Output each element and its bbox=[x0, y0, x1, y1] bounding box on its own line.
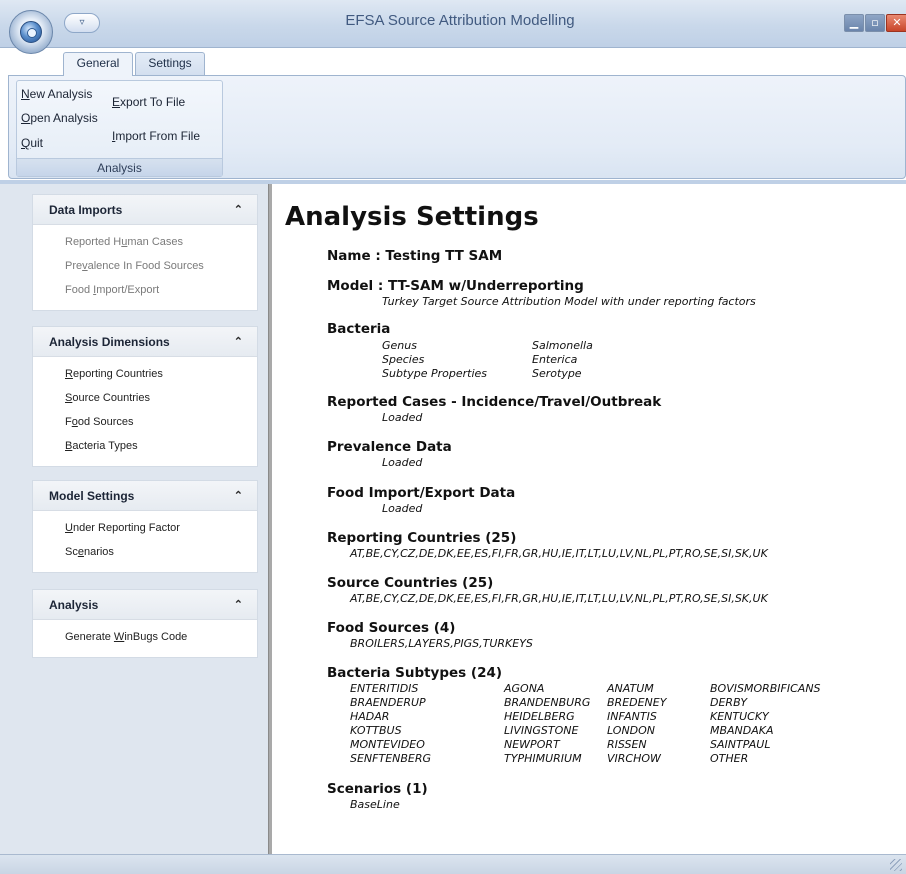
source-countries-list: AT,BE,CY,CZ,DE,DK,EE,ES,FI,FR,GR,HU,IE,I… bbox=[350, 592, 768, 605]
collapse-chevron-icon[interactable]: ⌃ bbox=[234, 327, 243, 357]
sidebar-item-under-reporting-factor[interactable]: Under Reporting Factor bbox=[33, 516, 257, 540]
reported-cases-heading: Reported Cases - Incidence/Travel/Outbre… bbox=[327, 394, 662, 410]
subtype-cell: INFANTIS bbox=[607, 710, 657, 723]
subtype-cell: MONTEVIDEO bbox=[350, 738, 425, 751]
subtype-cell: KOTTBUS bbox=[350, 724, 402, 737]
subtype-cell: LONDON bbox=[607, 724, 656, 737]
source-countries-heading: Source Countries (25) bbox=[327, 575, 494, 591]
export-to-file-button[interactable]: Export To File bbox=[112, 95, 185, 109]
quit-button[interactable]: Quit bbox=[21, 136, 43, 150]
panel-analysis: Analysis ⌃ Generate WinBugs Code bbox=[32, 589, 258, 658]
panel-data-imports: Data Imports ⌃ Reported Human Cases Prev… bbox=[32, 194, 258, 311]
open-analysis-button[interactable]: Open Analysis bbox=[21, 111, 98, 125]
ribbon-group-label: Analysis bbox=[17, 158, 222, 176]
bacteria-key: Subtype Properties bbox=[382, 367, 488, 380]
panel-header-analysis-dimensions[interactable]: Analysis Dimensions ⌃ bbox=[33, 327, 257, 357]
prevalence-status: Loaded bbox=[382, 456, 423, 469]
subtype-cell: BRANDENBURG bbox=[504, 696, 591, 709]
sidebar-item-reported-human-cases[interactable]: Reported Human Cases bbox=[33, 230, 257, 254]
subtype-cell: KENTUCKY bbox=[710, 710, 769, 723]
sidebar-item-scenarios[interactable]: Scenarios bbox=[33, 540, 257, 564]
close-button[interactable]: ✕ bbox=[886, 14, 906, 32]
chevron-down-icon: ▿ bbox=[79, 17, 85, 28]
subtype-cell: RISSEN bbox=[607, 738, 647, 751]
subtype-cell: AGONA bbox=[504, 682, 545, 695]
analysis-settings-view: Analysis Settings Name : Testing TT SAM … bbox=[272, 184, 906, 854]
bacteria-subtypes-heading: Bacteria Subtypes (24) bbox=[327, 665, 503, 681]
subtype-cell: HEIDELBERG bbox=[504, 710, 575, 723]
minimize-icon: ▁ bbox=[849, 16, 859, 29]
subtype-cell: BOVISMORBIFICANS bbox=[710, 682, 821, 695]
sidebar-item-source-countries[interactable]: Source Countries bbox=[33, 386, 257, 410]
prevalence-heading: Prevalence Data bbox=[327, 439, 452, 455]
subtype-cell: ENTERITIDIS bbox=[350, 682, 419, 695]
sidebar-item-food-sources[interactable]: Food Sources bbox=[33, 410, 257, 434]
subtype-cell: ANATUM bbox=[607, 682, 654, 695]
panel-header-data-imports[interactable]: Data Imports ⌃ bbox=[33, 195, 257, 225]
app-logo-icon bbox=[20, 21, 42, 43]
subtype-cell: HADAR bbox=[350, 710, 390, 723]
application-menu-button[interactable] bbox=[9, 10, 53, 54]
food-import-heading: Food Import/Export Data bbox=[327, 485, 516, 501]
sidebar-item-food-import-export[interactable]: Food Import/Export bbox=[33, 278, 257, 302]
sidebar-item-reporting-countries[interactable]: Reporting Countries bbox=[33, 362, 257, 386]
new-analysis-button[interactable]: New Analysis bbox=[21, 87, 92, 101]
food-sources-list: BROILERS,LAYERS,PIGS,TURKEYS bbox=[350, 637, 533, 650]
panel-header-model-settings[interactable]: Model Settings ⌃ bbox=[33, 481, 257, 511]
subtype-cell: NEWPORT bbox=[504, 738, 560, 751]
ribbon-panel: New Analysis Open Analysis Quit Export T… bbox=[8, 75, 906, 179]
reporting-countries-list: AT,BE,CY,CZ,DE,DK,EE,ES,FI,FR,GR,HU,IE,I… bbox=[350, 547, 768, 560]
resize-grip-icon[interactable] bbox=[890, 859, 902, 871]
bacteria-value: Enterica bbox=[532, 353, 578, 366]
collapse-chevron-icon[interactable]: ⌃ bbox=[234, 195, 243, 225]
tab-settings[interactable]: Settings bbox=[135, 52, 205, 75]
collapse-chevron-icon[interactable]: ⌃ bbox=[234, 481, 243, 511]
quick-access-toolbar-dropdown[interactable]: ▿ bbox=[64, 13, 100, 33]
tab-general[interactable]: General bbox=[63, 52, 133, 76]
sidebar-item-generate-winbugs-code[interactable]: Generate WinBugs Code bbox=[33, 625, 257, 649]
bacteria-key: Genus bbox=[382, 339, 417, 352]
food-sources-heading: Food Sources (4) bbox=[327, 620, 456, 636]
subtype-cell: SENFTENBERG bbox=[350, 752, 432, 765]
maximize-button[interactable]: ▫ bbox=[865, 14, 885, 32]
sidebar-item-bacteria-types[interactable]: Bacteria Types bbox=[33, 434, 257, 458]
status-bar bbox=[0, 854, 906, 874]
food-import-status: Loaded bbox=[382, 502, 423, 515]
panel-header-analysis[interactable]: Analysis ⌃ bbox=[33, 590, 257, 620]
sidebar: Data Imports ⌃ Reported Human Cases Prev… bbox=[0, 184, 268, 854]
title-bar: ▿ EFSA Source Attribution Modelling ▁ ▫ … bbox=[0, 0, 906, 48]
subtype-cell: LIVINGSTONE bbox=[504, 724, 579, 737]
minimize-button[interactable]: ▁ bbox=[844, 14, 864, 32]
subtype-cell: SAINTPAUL bbox=[710, 738, 771, 751]
scenarios-heading: Scenarios (1) bbox=[327, 781, 428, 797]
subtype-cell: TYPHIMURIUM bbox=[504, 752, 582, 765]
panel-model-settings: Model Settings ⌃ Under Reporting Factor … bbox=[32, 480, 258, 573]
reported-cases-status: Loaded bbox=[382, 411, 423, 424]
ribbon-group-analysis: New Analysis Open Analysis Quit Export T… bbox=[16, 80, 223, 177]
subtype-cell: BRAENDERUP bbox=[350, 696, 426, 709]
sidebar-item-prevalence-in-food-sources[interactable]: Prevalence In Food Sources bbox=[33, 254, 257, 278]
bacteria-value: Salmonella bbox=[532, 339, 593, 352]
panel-analysis-dimensions: Analysis Dimensions ⌃ Reporting Countrie… bbox=[32, 326, 258, 467]
import-from-file-button[interactable]: Import From File bbox=[112, 129, 200, 143]
reporting-countries-heading: Reporting Countries (25) bbox=[327, 530, 517, 546]
bacteria-value: Serotype bbox=[532, 367, 582, 380]
maximize-icon: ▫ bbox=[871, 16, 879, 29]
collapse-chevron-icon[interactable]: ⌃ bbox=[234, 590, 243, 620]
subtype-cell: VIRCHOW bbox=[607, 752, 661, 765]
model-description: Turkey Target Source Attribution Model w… bbox=[382, 295, 756, 308]
analysis-name: Name : Testing TT SAM bbox=[327, 248, 503, 264]
close-icon: ✕ bbox=[892, 16, 902, 29]
subtype-cell: BREDENEY bbox=[607, 696, 667, 709]
scenarios-list: BaseLine bbox=[350, 798, 400, 811]
subtype-cell: OTHER bbox=[710, 752, 749, 765]
subtype-cell: DERBY bbox=[710, 696, 748, 709]
window-title: EFSA Source Attribution Modelling bbox=[345, 12, 575, 29]
model-heading: Model : TT-SAM w/Underreporting bbox=[327, 278, 584, 294]
page-title: Analysis Settings bbox=[285, 202, 539, 232]
bacteria-key: Species bbox=[382, 353, 425, 366]
bacteria-heading: Bacteria bbox=[327, 321, 391, 337]
subtype-cell: MBANDAKA bbox=[710, 724, 774, 737]
